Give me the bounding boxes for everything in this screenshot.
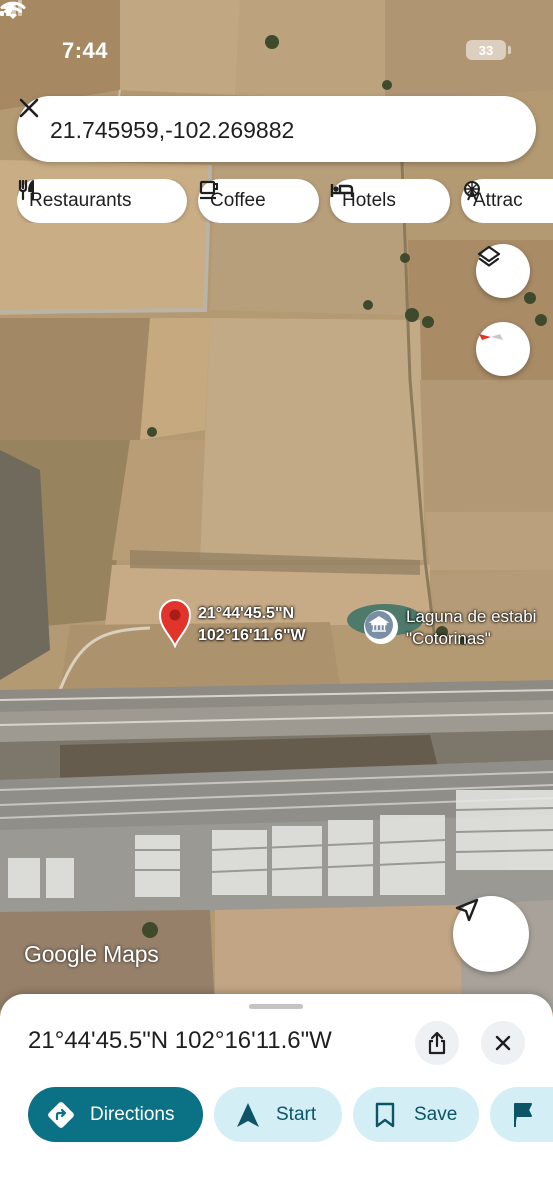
layers-button[interactable] xyxy=(476,244,530,298)
chip-attractions[interactable]: Attrac xyxy=(461,179,553,223)
start-label: Start xyxy=(276,1103,317,1125)
wifi-icon xyxy=(0,1,26,19)
action-buttons: Directions Start Save xyxy=(0,1087,553,1143)
bed-icon xyxy=(330,184,354,197)
chip-hotels[interactable]: Hotels xyxy=(330,179,450,223)
search-input[interactable]: 21.745959,-102.269882 xyxy=(50,117,294,144)
directions-button[interactable]: Directions xyxy=(28,1087,203,1142)
coffee-cup-icon xyxy=(199,180,218,200)
category-chips: Restaurants Coffee Hotels Attrac xyxy=(17,179,553,223)
place-title: 21°44'45.5"N 102°16'11.6"W xyxy=(28,1027,332,1054)
poi-name-line2: "Cotorinas" xyxy=(406,629,491,648)
save-button[interactable]: Save xyxy=(353,1087,479,1142)
museum-icon xyxy=(365,611,393,639)
close-sheet-button[interactable] xyxy=(481,1021,525,1065)
start-button[interactable]: Start xyxy=(214,1087,342,1142)
poi-label[interactable]: Laguna de estabi "Cotorinas" xyxy=(406,606,536,650)
layers-icon xyxy=(477,245,501,267)
my-location-button[interactable] xyxy=(453,896,529,972)
save-label: Save xyxy=(414,1103,458,1125)
sheet-drag-handle[interactable] xyxy=(249,1004,303,1009)
poi-marker[interactable] xyxy=(364,610,398,644)
battery-indicator: 33 xyxy=(466,40,511,60)
poi-name-line1: Laguna de estabi xyxy=(406,607,537,626)
pin-label-latitude: 21°44'45.5"N xyxy=(198,605,295,622)
fork-knife-icon xyxy=(18,179,34,201)
place-bottom-sheet[interactable]: 21°44'45.5"N 102°16'11.6"W Directions St… xyxy=(0,994,553,1200)
pin-coordinate-label: 21°44'45.5"N 102°16'11.6"W xyxy=(198,603,306,647)
share-icon xyxy=(428,1031,446,1055)
chip-restaurants[interactable]: Restaurants xyxy=(17,179,187,223)
pin-label-longitude: 102°16'11.6"W xyxy=(198,627,306,644)
label-flag-button[interactable] xyxy=(490,1087,553,1142)
compass-button[interactable] xyxy=(476,322,530,376)
close-icon[interactable] xyxy=(17,96,41,120)
bookmark-icon xyxy=(375,1102,395,1127)
navigation-arrow-icon xyxy=(455,898,479,922)
compass-icon xyxy=(479,334,503,340)
status-bar: 7:44 33 xyxy=(0,0,553,96)
map-pin-icon[interactable] xyxy=(157,598,193,648)
flag-icon xyxy=(514,1102,532,1127)
search-bar[interactable]: 21.745959,-102.269882 xyxy=(17,96,536,162)
directions-icon xyxy=(48,1101,74,1128)
directions-label: Directions xyxy=(90,1103,175,1125)
status-time: 7:44 xyxy=(62,38,109,63)
google-maps-watermark: Google Maps xyxy=(24,941,159,967)
share-button[interactable] xyxy=(415,1021,459,1065)
close-icon xyxy=(495,1035,511,1051)
chip-coffee[interactable]: Coffee xyxy=(198,179,319,223)
navigation-arrow-icon xyxy=(237,1102,259,1127)
ferris-wheel-icon xyxy=(464,181,480,201)
satellite-map[interactable]: 7:44 33 21.745959,-102.269882 Restaurant… xyxy=(0,0,553,1010)
chip-label: Restaurants xyxy=(29,190,132,211)
